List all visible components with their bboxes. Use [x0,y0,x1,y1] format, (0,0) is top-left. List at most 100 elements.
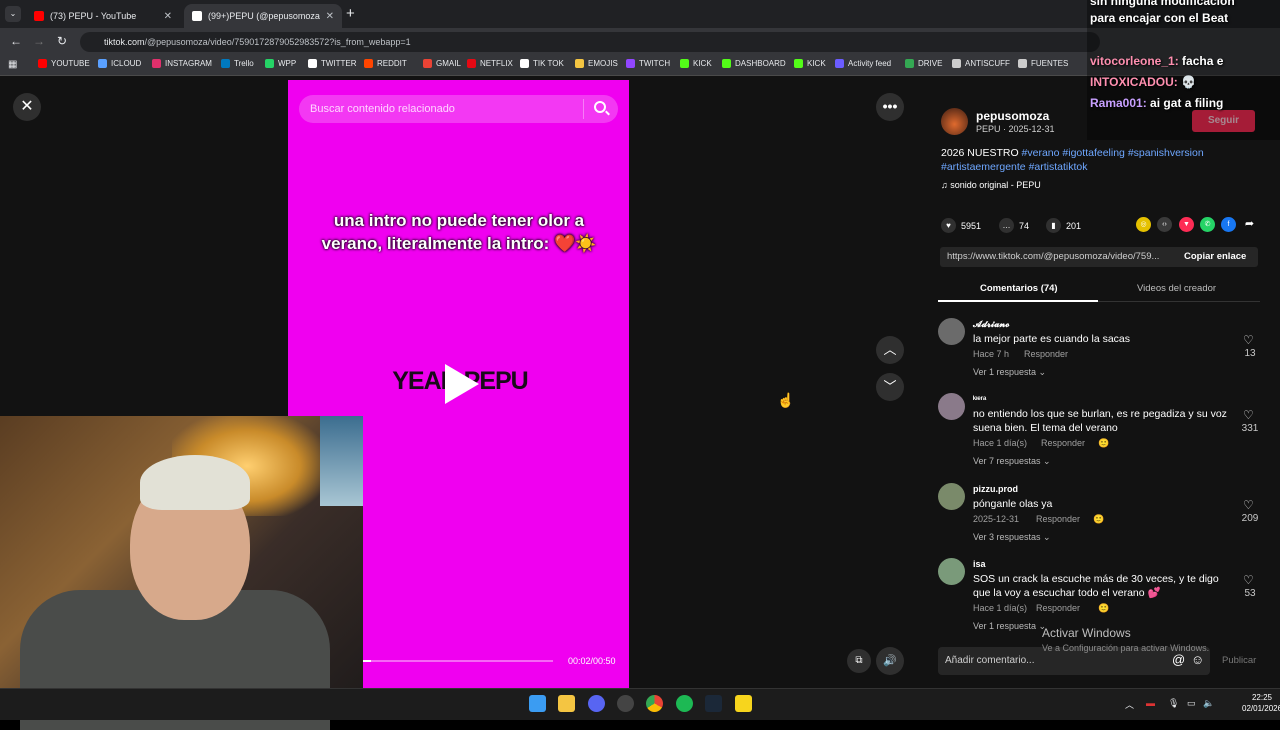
facebook-icon[interactable]: f [1221,217,1236,232]
repost-icon[interactable]: ◎ [1136,217,1151,232]
tray-flag-icon[interactable]: ▬ [1146,698,1155,708]
whatsapp-icon[interactable]: ✆ [1200,217,1215,232]
like-button[interactable]: ♥ 5951 [941,218,981,233]
creator-avatar[interactable] [941,108,968,135]
mention-icon[interactable]: @ [1172,652,1185,667]
bookmark-item[interactable]: TWITCH [626,59,670,68]
bookmark-item[interactable]: FUENTES [1018,59,1068,68]
close-tab-icon[interactable]: ✕ [326,11,334,22]
bookmark-item[interactable]: TWITTER [308,59,357,68]
network-icon[interactable]: ▭ [1187,698,1196,709]
forward-icon[interactable]: → [33,34,45,48]
search-icon[interactable] [594,101,606,113]
tray-chevron-icon[interactable]: ︿ [1125,698,1134,711]
volume-button[interactable]: 🔊 [876,647,904,675]
spotify-icon[interactable] [676,695,693,712]
apps-icon[interactable]: ▦ [8,59,17,70]
bookmark-item[interactable]: DRIVE [905,59,942,68]
chat-message: vitocorleone_1: facha e [1090,54,1223,68]
obs-icon[interactable] [617,695,634,712]
comment-avatar[interactable] [938,558,965,585]
view-replies-button[interactable]: Ver 7 respuestas ⌄ [973,456,1051,467]
send-icon[interactable]: ▼ [1179,217,1194,232]
tab-tiktok[interactable]: (99+)PEPU (@pepusomoza ✕ [184,4,342,28]
share-icon[interactable]: ➦ [1242,217,1257,232]
view-replies-button[interactable]: Ver 1 respuesta ⌄ [973,367,1046,378]
reply-button[interactable]: Responder [1036,603,1080,613]
bookmark-item[interactable]: ICLOUD [98,59,141,68]
bookmark-item[interactable]: TIK TOK [520,59,564,68]
tab-youtube[interactable]: (73) PEPU - YouTube ✕ [26,4,180,28]
comment-button[interactable]: … 74 [999,218,1029,233]
view-replies-button[interactable]: Ver 1 respuesta ⌄ [973,621,1046,632]
new-tab-button[interactable]: + [346,5,355,22]
tab-comments[interactable]: Comentarios (74) [980,283,1058,294]
comment-like-icon[interactable]: ♡ [1243,573,1254,587]
music-info[interactable]: ♫ sonido original - PEPU [941,180,1041,190]
sticky-notes-icon[interactable] [735,695,752,712]
bookmark-item[interactable]: KICK [794,59,826,68]
file-explorer-icon[interactable] [558,695,575,712]
next-video-button[interactable]: ﹀ [876,373,904,401]
hashtag-link[interactable]: #artistaemergente [941,161,1026,173]
start-icon[interactable] [529,695,546,712]
bookmark-item[interactable]: KICK [680,59,712,68]
back-icon[interactable]: ← [10,34,22,48]
close-video-button[interactable]: ✕ [13,93,41,121]
comment-icon: … [999,218,1014,233]
comment-avatar[interactable] [938,393,965,420]
bookmark-item[interactable]: Trello [221,59,254,68]
more-options-button[interactable]: ••• [876,93,904,121]
play-icon[interactable] [445,364,479,404]
microphone-icon[interactable]: 🎙 [1168,698,1179,709]
comment-author[interactable]: 𝓐𝓭𝓻𝓲𝓪𝓷𝓸 [973,319,1010,330]
bookmark-item[interactable]: GMAIL [423,59,461,68]
reply-button[interactable]: Responder [1036,514,1080,524]
save-button[interactable]: ▮ 201 [1046,218,1081,233]
bookmark-item[interactable]: INSTAGRAM [152,59,212,68]
bookmark-item[interactable]: ANTISCUFF [952,59,1010,68]
close-tab-icon[interactable]: ✕ [164,11,172,22]
bookmark-item[interactable]: DASHBOARD [722,59,786,68]
reply-button[interactable]: Responder [1041,438,1085,448]
tab-search-button[interactable]: ⌄ [5,6,21,22]
comment-like-icon[interactable]: ♡ [1243,498,1254,512]
url-bar[interactable]: tiktok.com/@pepusomoza/video/75901728790… [80,32,1100,52]
taskbar-clock[interactable]: 22:25 02/01/2026 [1242,692,1280,714]
reply-button[interactable]: Responder [1024,349,1068,359]
related-search-input[interactable]: Buscar contenido relacionado [299,95,618,123]
hashtag-link[interactable]: #igottafeeling [1062,147,1124,159]
hashtag-link[interactable]: #spanishversion [1128,147,1204,159]
creator-username[interactable]: pepusomoza [976,109,1049,123]
emoji-icon[interactable]: ☺ [1191,652,1204,667]
steam-icon[interactable] [705,695,722,712]
comment-avatar[interactable] [938,483,965,510]
view-replies-button[interactable]: Ver 3 respuestas ⌄ [973,532,1051,543]
copy-link-button[interactable]: Copiar enlace [1184,247,1246,267]
comment-author[interactable]: isa [973,559,986,569]
bookmark-item[interactable]: WPP [265,59,296,68]
tab-creator-videos[interactable]: Videos del creador [1137,283,1216,294]
comment-author[interactable]: ᵏᶦᵉʳᵃ [973,394,986,404]
bookmark-item[interactable]: Activity feed [835,59,891,68]
bookmark-item[interactable]: YOUTUBE [38,59,90,68]
comment-avatar[interactable] [938,318,965,345]
video-progress-bar[interactable] [363,660,553,662]
publish-button[interactable]: Publicar [1222,655,1256,666]
hashtag-link[interactable]: #artistatiktok [1029,161,1088,173]
bookmark-item[interactable]: NETFLIX [467,59,513,68]
pip-button[interactable]: ⧉ [847,649,871,673]
creator-liked-icon: 🙂 [1098,438,1110,448]
discord-icon[interactable] [588,695,605,712]
comment-like-icon[interactable]: ♡ [1243,333,1254,347]
bookmark-item[interactable]: EMOJIS [575,59,618,68]
reload-icon[interactable]: ↻ [57,34,67,48]
hashtag-link[interactable]: #verano [1022,147,1060,159]
comment-author[interactable]: pizzu.prod [973,484,1018,494]
bookmark-item[interactable]: REDDIT [364,59,407,68]
previous-video-button[interactable]: ︿ [876,336,904,364]
chrome-icon[interactable] [646,695,663,712]
speaker-icon[interactable]: 🔈 [1203,698,1214,709]
comment-like-icon[interactable]: ♡ [1243,408,1254,422]
embed-icon[interactable]: ‹› [1157,217,1172,232]
